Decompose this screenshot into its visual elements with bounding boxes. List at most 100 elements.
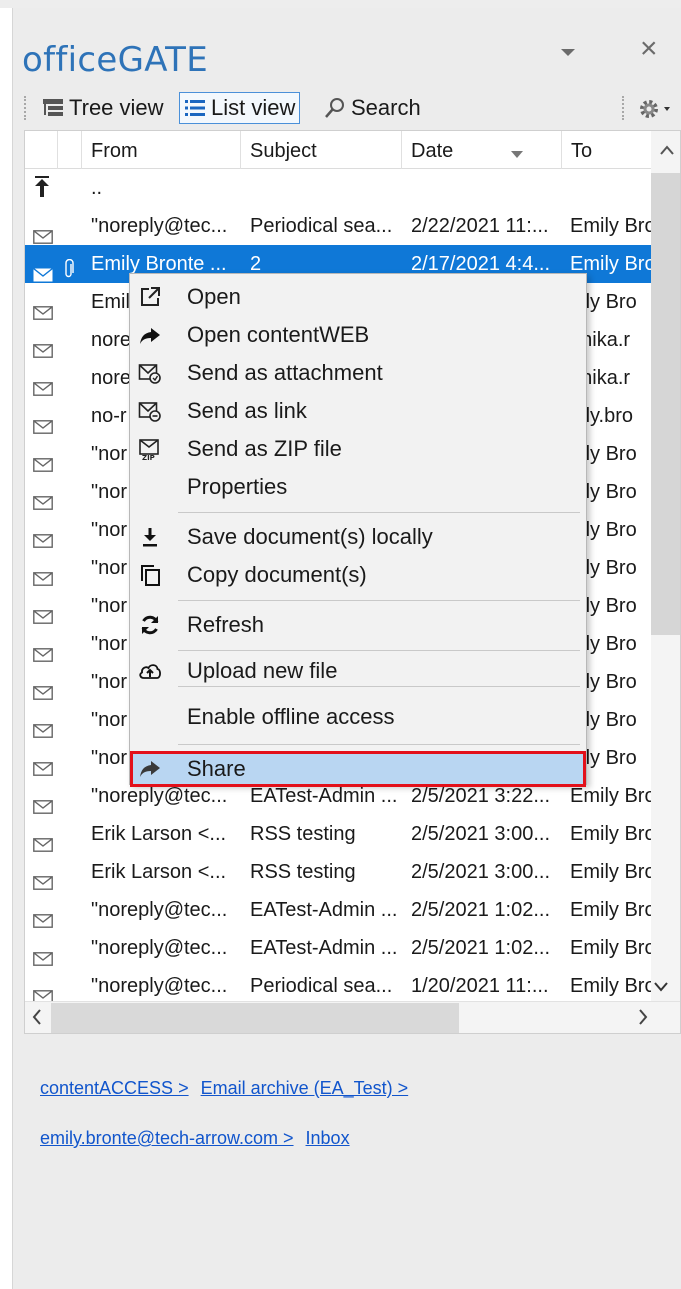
- message-row[interactable]: Erik Larson <... RSS testing 2/5/2021 3:00…: [25, 853, 651, 891]
- close-icon[interactable]: ×: [640, 34, 658, 64]
- menu-item-save-locally[interactable]: Save document(s) locally: [130, 518, 586, 556]
- header-to[interactable]: To: [562, 131, 651, 169]
- menu-item-open[interactable]: Open: [130, 278, 586, 316]
- menu-item-copy-documents[interactable]: Copy document(s): [130, 556, 586, 594]
- parent-folder-row[interactable]: ..: [25, 169, 651, 207]
- envelope-zip-icon: ZIP: [138, 437, 162, 462]
- header-icon-column[interactable]: [25, 131, 58, 169]
- search-button[interactable]: Search: [320, 92, 425, 124]
- copy-icon: [138, 563, 162, 587]
- search-icon: [324, 97, 346, 119]
- message-row[interactable]: "noreply@tec... Periodical sea... 1/20/202…: [25, 967, 651, 1005]
- menu-label-open: Open: [187, 284, 241, 309]
- menu-label-copy-documents: Copy document(s): [187, 562, 367, 587]
- cell-subject: EATest-Admin ...: [250, 937, 398, 959]
- cell-date: 2/5/2021 1:02...: [411, 937, 551, 959]
- menu-label-properties: Properties: [187, 474, 288, 499]
- pane-title: officeGATE: [22, 40, 209, 80]
- officegate-pane: officeGATE × Tree view List view Search …: [0, 0, 681, 1289]
- menu-item-send-as-zip[interactable]: ZIP Send as ZIP file: [130, 430, 586, 468]
- cell-to: Emily Bro: [570, 861, 651, 883]
- cell-from: "noreply@tec...: [91, 937, 228, 959]
- download-icon: [138, 525, 162, 549]
- header-subject[interactable]: Subject: [241, 131, 402, 169]
- header-attachment-column[interactable]: [58, 131, 82, 169]
- breadcrumb-line-2: emily.bronte@tech-arrow.com > Inbox: [40, 1128, 350, 1149]
- cell-from: "noreply@tec...: [91, 215, 228, 237]
- sort-descending-icon: [511, 146, 523, 164]
- scroll-right-icon[interactable]: [637, 1003, 649, 1033]
- message-row[interactable]: "noreply@tec... EATest-Admin ... 2/5/2021 …: [25, 891, 651, 929]
- cell-date: 2/5/2021 1:02...: [411, 899, 551, 921]
- search-label: Search: [351, 95, 421, 120]
- scroll-down-icon[interactable]: [653, 976, 669, 999]
- cell-subject: RSS testing: [250, 861, 356, 883]
- menu-separator: [178, 686, 580, 687]
- menu-label-upload-new-file: Upload new file: [187, 658, 338, 683]
- menu-item-open-contentweb[interactable]: Open contentWEB: [130, 316, 586, 354]
- menu-label-open-contentweb: Open contentWEB: [187, 322, 370, 347]
- tree-view-label: Tree view: [69, 95, 164, 120]
- breadcrumb-inbox[interactable]: Inbox: [306, 1128, 350, 1148]
- horizontal-scroll-thumb[interactable]: [51, 1003, 459, 1033]
- cell-subject: RSS testing: [250, 823, 356, 845]
- cell-date: 2/5/2021 3:00...: [411, 823, 551, 845]
- envelope-link-icon: [138, 399, 162, 423]
- menu-label-send-as-attachment: Send as attachment: [187, 360, 383, 385]
- menu-separator: [178, 600, 580, 601]
- svg-text:ZIP: ZIP: [142, 454, 155, 461]
- cell-to: Emily Bro: [570, 975, 651, 997]
- breadcrumb-contentaccess[interactable]: contentACCESS >: [40, 1078, 189, 1098]
- menu-item-properties[interactable]: Properties: [130, 468, 586, 506]
- cell-date: 2/5/2021 3:00...: [411, 861, 551, 883]
- parent-folder-label: ..: [91, 177, 103, 199]
- cell-subject: EATest-Admin ...: [250, 899, 398, 921]
- toolbar: Tree view List view Search: [24, 90, 681, 126]
- breadcrumb-mailbox[interactable]: emily.bronte@tech-arrow.com >: [40, 1128, 294, 1148]
- vertical-scroll-thumb[interactable]: [651, 173, 680, 635]
- menu-label-send-as-link: Send as link: [187, 398, 307, 423]
- share-highlight-box: [130, 751, 586, 787]
- cell-to: Emily Bro: [570, 937, 651, 959]
- pane-menu-chevron-icon[interactable]: [556, 42, 580, 62]
- menu-item-send-as-link[interactable]: Send as link: [130, 392, 586, 430]
- settings-gear-icon[interactable]: [636, 96, 676, 122]
- cell-to: Emily Bro: [570, 899, 651, 921]
- cell-date: 1/20/2021 11:...: [411, 975, 549, 997]
- menu-item-upload-new-file[interactable]: Upload new file: [130, 652, 586, 690]
- open-external-icon: [138, 285, 162, 309]
- header-date[interactable]: Date: [402, 131, 562, 169]
- envelope-attachment-icon: [138, 361, 162, 385]
- message-row[interactable]: "noreply@tec... EATest-Admin ... 2/5/2021 …: [25, 929, 651, 967]
- toolbar-grip[interactable]: [24, 96, 28, 120]
- cell-from: Erik Larson <...: [91, 823, 227, 845]
- menu-item-send-as-attachment[interactable]: Send as attachment: [130, 354, 586, 392]
- cell-from: Erik Larson <...: [91, 861, 227, 883]
- cell-date: 2/22/2021 11:...: [411, 215, 549, 237]
- tree-view-icon: [42, 97, 64, 119]
- scroll-left-icon[interactable]: [31, 1003, 43, 1033]
- cloud-upload-icon: [138, 659, 162, 683]
- menu-item-enable-offline[interactable]: Enable offline access: [130, 698, 586, 736]
- list-header: From Subject Date To: [25, 131, 651, 169]
- breadcrumb-email-archive[interactable]: Email archive (EA_Test) >: [201, 1078, 409, 1098]
- header-from[interactable]: From: [82, 131, 241, 169]
- list-view-label: List view: [211, 95, 296, 120]
- message-row[interactable]: Erik Larson <... RSS testing 2/5/2021 3:00…: [25, 815, 651, 853]
- forward-arrow-icon: [138, 323, 162, 347]
- breadcrumb-line-1: contentACCESS > Email archive (EA_Test) >: [40, 1078, 408, 1099]
- cell-subject: Periodical sea...: [250, 975, 393, 997]
- scroll-up-icon[interactable]: [659, 139, 675, 162]
- cell-from: "noreply@tec...: [91, 975, 228, 997]
- message-row[interactable]: "noreply@tec... Periodical sea... 2/22/202…: [25, 207, 651, 245]
- refresh-icon: [138, 613, 162, 637]
- tree-view-button[interactable]: Tree view: [38, 92, 168, 124]
- cell-from: "noreply@tec...: [91, 899, 228, 921]
- list-view-button[interactable]: List view: [179, 92, 301, 124]
- toolbar-separator: [622, 96, 624, 120]
- menu-label-enable-offline: Enable offline access: [187, 704, 395, 729]
- menu-label-send-as-zip: Send as ZIP file: [187, 436, 342, 461]
- cell-to: Emily Bro: [570, 215, 651, 237]
- menu-label-save-locally: Save document(s) locally: [187, 524, 433, 549]
- menu-item-refresh[interactable]: Refresh: [130, 606, 586, 644]
